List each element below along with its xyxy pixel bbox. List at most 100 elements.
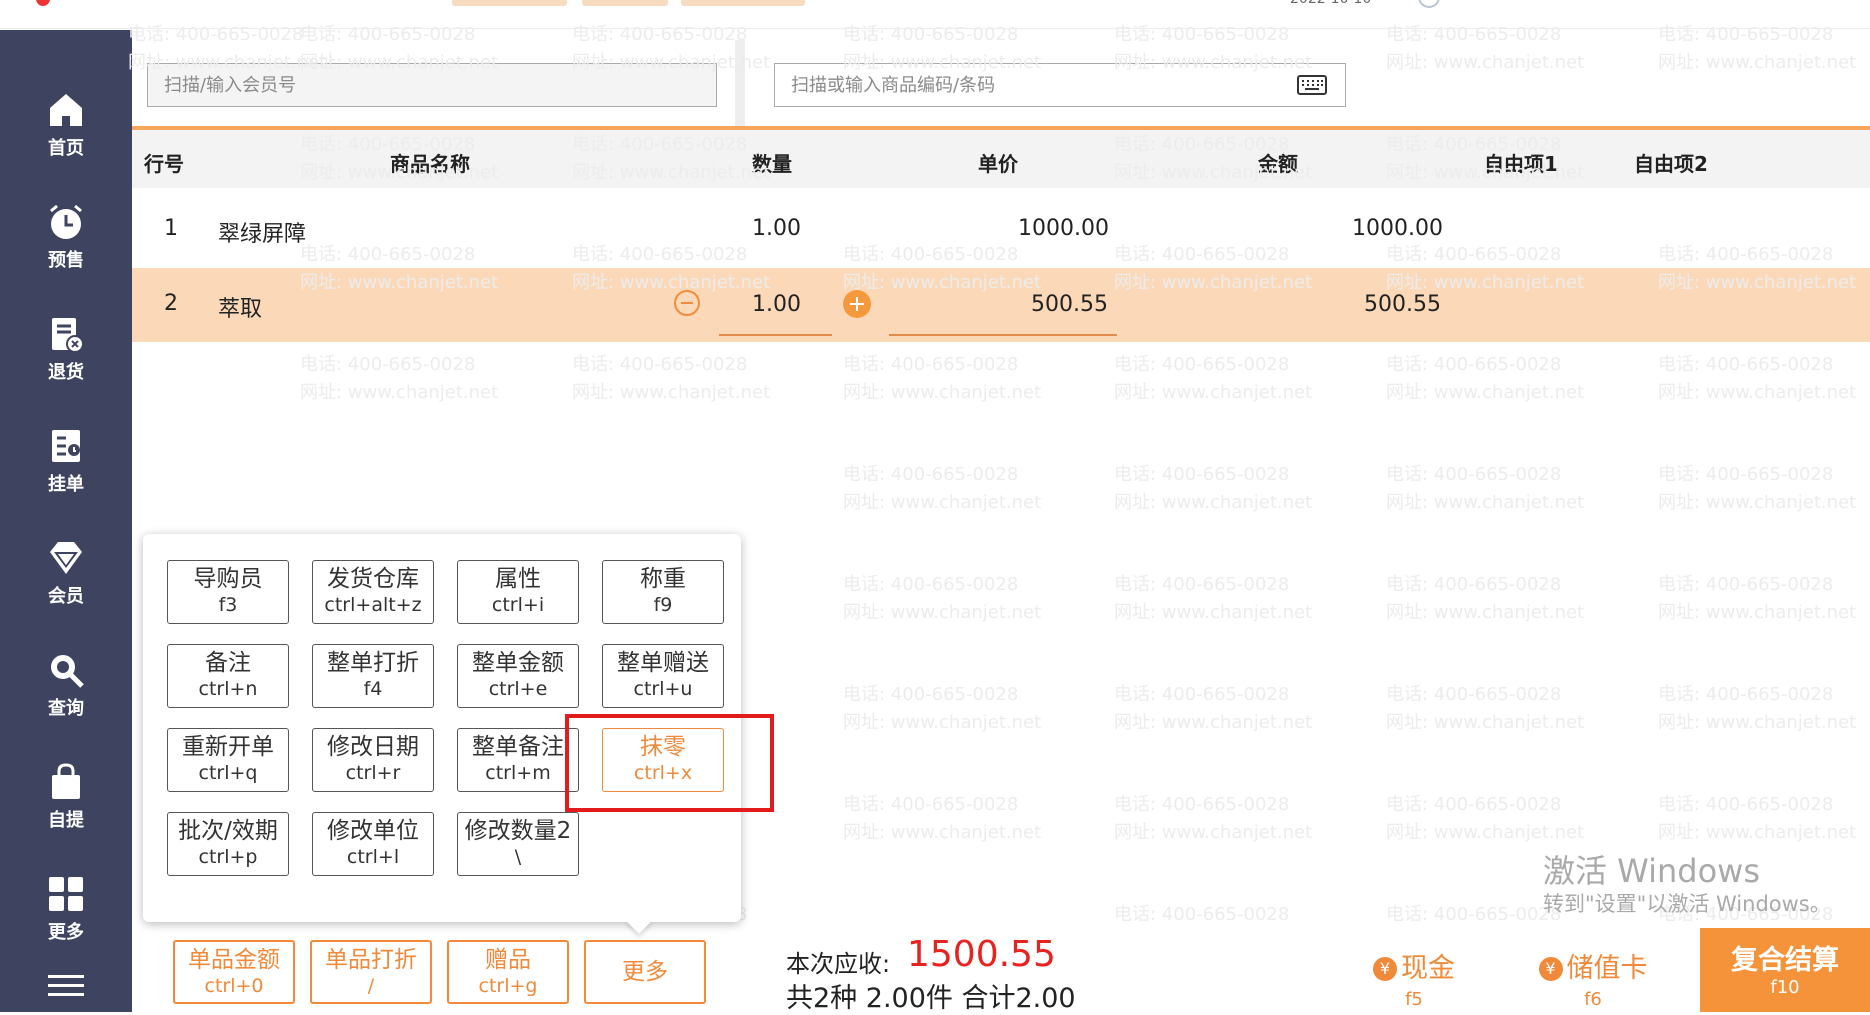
table-row-selected[interactable]	[132, 268, 1870, 342]
top-tab[interactable]	[681, 0, 805, 6]
combined-checkout-button[interactable]: 复合结算 f10	[1700, 928, 1870, 1012]
shortcut-label: ctrl+alt+z	[324, 594, 422, 616]
watermark-site: 网址: www.chanjet.net	[1658, 602, 1857, 623]
watermark-site: 网址: www.chanjet.net	[1386, 52, 1585, 73]
shipping-warehouse-button[interactable]: 发货仓库 ctrl+alt+z	[312, 560, 434, 624]
stored-value-card-button[interactable]: ¥ 储值卡 f6	[1513, 946, 1673, 1010]
button-label: 备注	[205, 650, 251, 676]
top-tab[interactable]	[452, 0, 567, 6]
item-amount-button[interactable]: 单品金额 ctrl+0	[173, 940, 295, 1004]
watermark-phone: 电话: 400-665-0028	[300, 354, 476, 375]
attribute-button[interactable]: 属性 ctrl+i	[457, 560, 579, 624]
keyboard-icon[interactable]	[1297, 75, 1327, 95]
increase-quantity-button[interactable]	[843, 290, 871, 318]
watermark-phone: 电话: 400-665-0028	[1114, 574, 1290, 595]
watermark-site: 网址: www.chanjet.net	[1658, 382, 1857, 403]
edit-date-button[interactable]: 修改日期 ctrl+r	[312, 728, 434, 792]
watermark-phone: 电话: 400-665-0028	[843, 684, 1019, 705]
button-label: 重新开单	[182, 734, 274, 760]
shortcut-label: f6	[1584, 989, 1602, 1010]
edit-quantity2-button[interactable]: 修改数量2 \	[457, 812, 579, 876]
watermark-phone: 电话: 400-665-0028	[1658, 794, 1834, 815]
watermark-site: 网址: www.chanjet.net	[1658, 822, 1857, 843]
watermark-phone: 电话: 400-665-0028	[1386, 574, 1562, 595]
top-tab[interactable]	[582, 0, 668, 6]
sidebar-item-label: 退货	[48, 362, 84, 383]
watermark-site: 网址: www.chanjet.net	[1114, 602, 1313, 623]
button-label: 单品金额	[188, 947, 280, 973]
order-amount-button[interactable]: 整单金额 ctrl+e	[457, 644, 579, 708]
salesperson-button[interactable]: 导购员 f3	[167, 560, 289, 624]
batch-expiry-button[interactable]: 批次/效期 ctrl+p	[167, 812, 289, 876]
item-discount-button[interactable]: 单品打折 /	[310, 940, 432, 1004]
quantity-underline	[719, 334, 832, 336]
sidebar-item-label: 自提	[48, 810, 84, 831]
button-label: 赠品	[485, 947, 531, 973]
watermark-phone: 电话: 400-665-0028	[1114, 354, 1290, 375]
row-line-number: 1	[164, 216, 178, 241]
button-label: 修改数量2	[464, 818, 572, 844]
row-quantity: 1.00	[752, 216, 801, 241]
shortcut-label: f5	[1405, 989, 1423, 1010]
button-label: 称重	[640, 566, 686, 592]
row-quantity-input[interactable]: 1.00	[752, 292, 801, 317]
gift-button[interactable]: 赠品 ctrl+g	[447, 940, 569, 1004]
watermark-site: 网址: www.chanjet.net	[300, 382, 499, 403]
shortcut-label: /	[367, 975, 375, 997]
button-label: 单品打折	[325, 947, 417, 973]
order-remark-button[interactable]: 整单备注 ctrl+m	[457, 728, 579, 792]
sidebar-item-presale[interactable]: 预售	[0, 186, 132, 286]
button-label: 导购员	[193, 566, 263, 592]
watermark-site: 网址: www.chanjet.net	[1386, 492, 1585, 513]
stored-card-label: 储值卡	[1566, 953, 1648, 984]
order-discount-button[interactable]: 整单打折 f4	[312, 644, 434, 708]
sidebar-item-more[interactable]: 更多	[0, 858, 132, 958]
member-number-input[interactable]	[148, 64, 716, 106]
shortcut-label: ctrl+m	[485, 762, 551, 784]
row-price-input[interactable]: 500.55	[1031, 292, 1108, 317]
hamburger-menu-icon[interactable]	[48, 975, 84, 999]
shortcut-label: ctrl+l	[346, 846, 400, 868]
remark-button[interactable]: 备注 ctrl+n	[167, 644, 289, 708]
watermark-site: 网址: www.chanjet.net	[843, 602, 1042, 623]
sidebar-item-return[interactable]: 退货	[0, 298, 132, 398]
cash-label: 现金	[1401, 953, 1455, 984]
sidebar-item-hold[interactable]: 挂单	[0, 410, 132, 510]
watermark-phone: 电话: 400-665-0028	[1386, 354, 1562, 375]
sidebar-item-home[interactable]: 首页	[0, 74, 132, 174]
watermark-site: 网址: www.chanjet.net	[1386, 822, 1585, 843]
watermark-site: 网址: www.chanjet.net	[1658, 492, 1857, 513]
watermark-site: 网址: www.chanjet.net	[843, 712, 1042, 733]
clock-icon	[1418, 0, 1440, 8]
sidebar-item-pickup[interactable]: 自提	[0, 746, 132, 846]
new-order-button[interactable]: 重新开单 ctrl+q	[167, 728, 289, 792]
table-row[interactable]	[132, 192, 1870, 266]
shortcut-label: f4	[363, 678, 383, 700]
grid-icon	[49, 877, 83, 911]
product-code-input[interactable]	[775, 64, 1345, 106]
round-off-button[interactable]: 抹零 ctrl+x	[602, 728, 724, 792]
shortcut-label: ctrl+u	[633, 678, 693, 700]
sidebar-item-query[interactable]: 查询	[0, 634, 132, 734]
order-gift-button[interactable]: 整单赠送 ctrl+u	[602, 644, 724, 708]
weigh-button[interactable]: 称重 f9	[602, 560, 724, 624]
column-header-name: 商品名称	[390, 152, 470, 176]
button-label: 修改单位	[327, 818, 419, 844]
watermark-phone: 电话: 400-665-0028	[1658, 464, 1834, 485]
watermark-site: 网址: www.chanjet.net	[1658, 52, 1857, 73]
watermark-phone: 电话: 400-665-0028	[1386, 794, 1562, 815]
decrease-quantity-button[interactable]	[674, 290, 700, 316]
cash-payment-button[interactable]: ¥ 现金 f5	[1334, 946, 1494, 1010]
card-icon: ¥	[1538, 957, 1563, 981]
sidebar-item-member[interactable]: 会员	[0, 522, 132, 622]
sidebar-item-label: 更多	[48, 922, 84, 943]
more-button[interactable]: 更多	[584, 940, 706, 1004]
edit-unit-button[interactable]: 修改单位 ctrl+l	[312, 812, 434, 876]
shortcut-label: f9	[653, 594, 673, 616]
watermark-phone: 电话: 400-665-0028	[1386, 904, 1562, 925]
row-amount: 500.55	[1364, 292, 1441, 317]
shortcut-label: ctrl+i	[491, 594, 545, 616]
sidebar-item-label: 挂单	[48, 474, 84, 495]
sidebar-item-label: 预售	[48, 250, 84, 271]
column-header-amount: 金额	[1258, 152, 1298, 176]
